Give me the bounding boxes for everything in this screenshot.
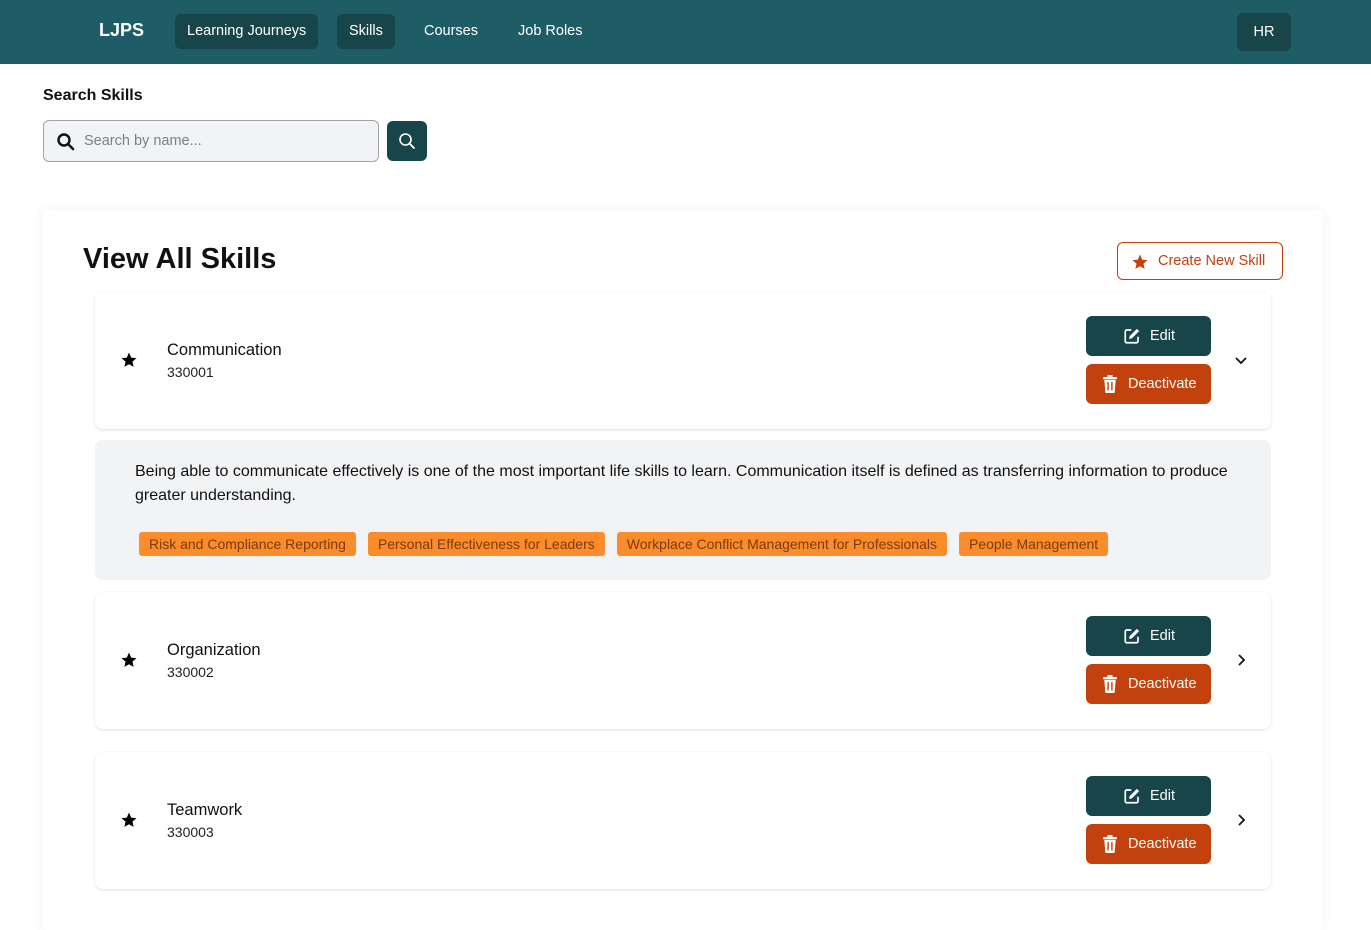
search-icon bbox=[399, 133, 415, 149]
skill-name: Communication bbox=[167, 341, 282, 359]
edit-icon bbox=[1124, 328, 1140, 344]
course-tag[interactable]: People Management bbox=[958, 532, 1109, 556]
search-input[interactable] bbox=[84, 121, 374, 161]
skill-card: Communication 330001 Edit Deactivate bbox=[95, 292, 1271, 429]
star-icon bbox=[121, 352, 137, 367]
search-icon bbox=[56, 132, 76, 152]
edit-button[interactable]: Edit bbox=[1086, 616, 1211, 656]
skill-card: Organization 330002 Edit Deactivate bbox=[95, 592, 1271, 729]
deactivate-label: Deactivate bbox=[1128, 836, 1197, 852]
skill-id: 330003 bbox=[167, 824, 214, 840]
chevron-right-icon bbox=[1238, 654, 1246, 666]
edit-icon bbox=[1124, 788, 1140, 804]
skill-id: 330001 bbox=[167, 364, 214, 380]
deactivate-button[interactable]: Deactivate bbox=[1086, 824, 1211, 864]
deactivate-label: Deactivate bbox=[1128, 676, 1197, 692]
course-tag[interactable]: Personal Effectiveness for Leaders bbox=[367, 532, 605, 556]
edit-button[interactable]: Edit bbox=[1086, 776, 1211, 816]
trash-icon bbox=[1103, 835, 1117, 853]
edit-icon bbox=[1124, 628, 1140, 644]
skill-card: Teamwork 330003 Edit Deactivate bbox=[95, 752, 1271, 889]
deactivate-label: Deactivate bbox=[1128, 376, 1197, 392]
nav-courses[interactable]: Courses bbox=[412, 14, 490, 49]
star-icon bbox=[1132, 254, 1148, 269]
search-button[interactable] bbox=[387, 121, 427, 161]
expand-toggle[interactable] bbox=[1231, 650, 1251, 670]
collapse-toggle[interactable] bbox=[1231, 350, 1251, 370]
skill-details: Being able to communicate effectively is… bbox=[95, 440, 1271, 580]
deactivate-button[interactable]: Deactivate bbox=[1086, 364, 1211, 404]
page-title: View All Skills bbox=[83, 243, 277, 275]
top-navbar: LJPS Learning Journeys Skills Courses Jo… bbox=[0, 0, 1371, 64]
course-tag[interactable]: Workplace Conflict Management for Profes… bbox=[616, 532, 947, 556]
skill-name: Organization bbox=[167, 641, 261, 659]
trash-icon bbox=[1103, 375, 1117, 393]
user-role-button[interactable]: HR bbox=[1237, 13, 1291, 51]
nav-job-roles[interactable]: Job Roles bbox=[506, 14, 594, 49]
star-icon bbox=[121, 812, 137, 827]
create-skill-button[interactable]: Create New Skill bbox=[1117, 242, 1283, 280]
search-label: Search Skills bbox=[43, 87, 143, 104]
star-icon bbox=[121, 652, 137, 667]
skill-description: Being able to communicate effectively is… bbox=[135, 463, 1228, 504]
edit-label: Edit bbox=[1150, 628, 1175, 644]
skill-id: 330002 bbox=[167, 664, 214, 680]
deactivate-button[interactable]: Deactivate bbox=[1086, 664, 1211, 704]
chevron-right-icon bbox=[1238, 814, 1246, 826]
trash-icon bbox=[1103, 675, 1117, 693]
course-tag[interactable]: Risk and Compliance Reporting bbox=[139, 532, 356, 556]
edit-label: Edit bbox=[1150, 328, 1175, 344]
expand-toggle[interactable] bbox=[1231, 810, 1251, 830]
skill-name: Teamwork bbox=[167, 801, 243, 819]
course-tags: Risk and Compliance Reporting Personal E… bbox=[139, 532, 1109, 556]
edit-button[interactable]: Edit bbox=[1086, 316, 1211, 356]
create-skill-label: Create New Skill bbox=[1158, 253, 1266, 269]
brand-logo[interactable]: LJPS bbox=[99, 20, 144, 41]
search-field[interactable] bbox=[43, 120, 379, 162]
chevron-down-icon bbox=[1235, 357, 1247, 365]
edit-label: Edit bbox=[1150, 788, 1175, 804]
nav-skills[interactable]: Skills bbox=[337, 14, 395, 49]
nav-learning-journeys[interactable]: Learning Journeys bbox=[175, 14, 319, 49]
